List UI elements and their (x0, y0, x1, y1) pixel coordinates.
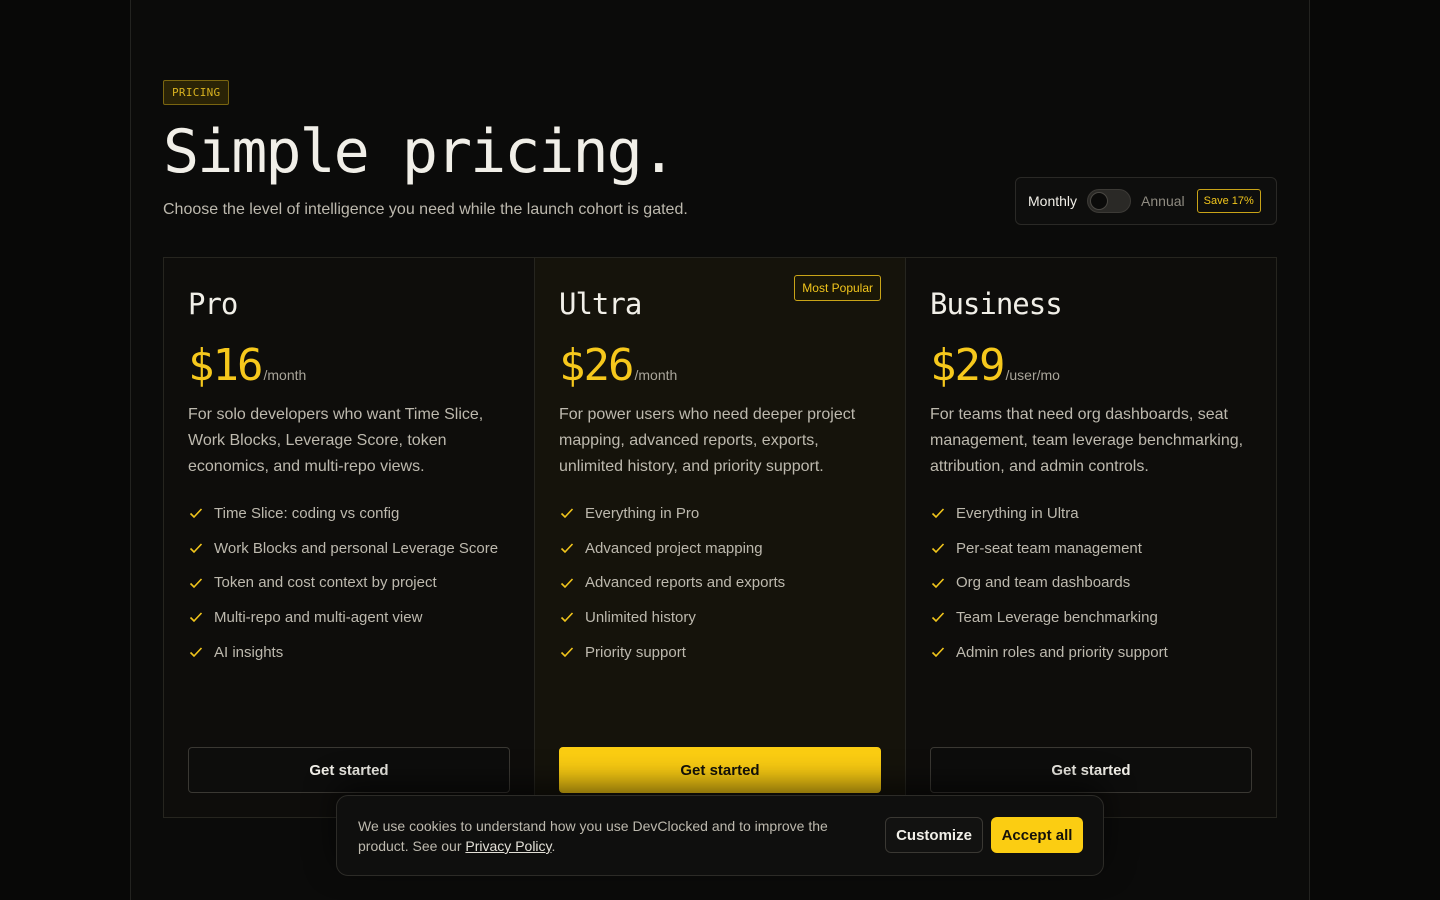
feature-label: Unlimited history (585, 608, 696, 626)
feature-label: Advanced project mapping (585, 539, 763, 557)
feature-label: Token and cost context by project (214, 574, 437, 592)
plan-name: Pro (188, 287, 238, 321)
feature-item: Multi-repo and multi-agent view (188, 600, 510, 635)
monthly-label[interactable]: Monthly (1028, 193, 1077, 209)
feature-label: Everything in Pro (585, 504, 700, 522)
feature-item: Everything in Pro (559, 496, 881, 531)
feature-label: Admin roles and priority support (956, 643, 1168, 661)
check-icon (931, 578, 945, 588)
customize-button[interactable]: Customize (885, 817, 983, 853)
feature-label: Time Slice: coding vs config (214, 504, 400, 522)
feature-item: Team Leverage benchmarking (930, 600, 1252, 635)
plan-card-business: Business $29 /user/mo For teams that nee… (905, 258, 1276, 817)
save-badge: Save 17% (1196, 189, 1261, 213)
feature-label: Priority support (585, 643, 686, 661)
check-icon (560, 647, 574, 658)
check-icon (189, 612, 203, 623)
check-icon (560, 612, 574, 623)
check-icon (931, 543, 945, 554)
price-row: $29 /user/mo (930, 340, 1252, 392)
feature-item: Unlimited history (559, 600, 881, 635)
feature-label: AI insights (214, 643, 284, 661)
plan-period: /month (263, 367, 307, 383)
plan-price: $26 (559, 340, 634, 391)
feature-item: Everything in Ultra (930, 496, 1252, 531)
feature-item: Advanced project mapping (559, 531, 881, 566)
annual-label[interactable]: Annual (1141, 193, 1185, 209)
feature-item: Admin roles and priority support (930, 635, 1252, 670)
price-row: $26 /month (559, 340, 881, 392)
feature-list: Everything in Pro Advanced project mappi… (559, 496, 881, 669)
page-subtitle: Choose the level of intelligence you nee… (163, 201, 688, 218)
check-icon (560, 543, 574, 554)
check-icon (931, 612, 945, 623)
feature-label: Advanced reports and exports (585, 574, 786, 592)
feature-item: Work Blocks and personal Leverage Score (188, 531, 510, 566)
toggle-knob (1090, 192, 1109, 210)
plan-description: For solo developers who want Time Slice,… (188, 406, 484, 475)
check-icon (189, 543, 203, 554)
get-started-business-button[interactable]: Get started (930, 747, 1252, 793)
pricing-eyebrow: PRICING (163, 80, 230, 105)
plan-card-ultra: Most Popular Ultra $26 /month For power … (534, 258, 905, 817)
plan-period: /user/mo (1005, 367, 1060, 383)
plans-grid: Pro $16 /month For solo developers who w… (163, 257, 1277, 818)
plan-period: /month (634, 367, 678, 383)
feature-item: Priority support (559, 635, 881, 670)
feature-list: Time Slice: coding vs config Work Blocks… (188, 496, 510, 669)
price-row: $16 /month (188, 340, 510, 392)
cookie-banner: We use cookies to understand how you use… (336, 795, 1104, 876)
check-icon (560, 508, 574, 519)
cookie-text-end: . (551, 838, 556, 854)
feature-label: Multi-repo and multi-agent view (214, 608, 423, 626)
cookie-message: We use cookies to understand how you use… (358, 816, 858, 856)
check-icon (931, 508, 945, 519)
feature-label: Everything in Ultra (956, 504, 1079, 522)
plan-description: For teams that need org dashboards, seat… (930, 406, 1244, 475)
plan-card-pro: Pro $16 /month For solo developers who w… (164, 258, 534, 817)
feature-list: Everything in Ultra Per-seat team manage… (930, 496, 1252, 669)
plan-price: $16 (188, 340, 263, 391)
accept-all-button[interactable]: Accept all (991, 817, 1083, 853)
feature-label: Work Blocks and personal Leverage Score (214, 539, 499, 557)
get-started-pro-button[interactable]: Get started (188, 747, 510, 793)
get-started-ultra-button[interactable]: Get started (559, 747, 881, 793)
cookie-text: We use cookies to understand how you use… (358, 818, 828, 854)
billing-toggle-group: Monthly Annual Save 17% (1015, 177, 1277, 225)
feature-label: Team Leverage benchmarking (956, 608, 1158, 626)
feature-item: Time Slice: coding vs config (188, 496, 510, 531)
check-icon (931, 647, 945, 658)
check-icon (560, 578, 574, 588)
plan-price: $29 (930, 340, 1005, 391)
feature-item: AI insights (188, 635, 510, 670)
feature-item: Advanced reports and exports (559, 565, 881, 600)
feature-label: Per-seat team management (956, 539, 1142, 557)
feature-item: Per-seat team management (930, 531, 1252, 566)
feature-item: Org and team dashboards (930, 565, 1252, 600)
check-icon (189, 578, 203, 588)
plan-name: Business (930, 287, 1063, 321)
plan-description: For power users who need deeper project … (559, 406, 856, 475)
privacy-policy-link[interactable]: Privacy Policy (465, 838, 551, 854)
most-popular-badge: Most Popular (794, 275, 881, 301)
page-title: Simple pricing. (163, 117, 677, 187)
feature-label: Org and team dashboards (956, 574, 1131, 592)
billing-period-toggle[interactable] (1087, 189, 1132, 213)
check-icon (189, 508, 203, 519)
feature-item: Token and cost context by project (188, 565, 510, 600)
check-icon (189, 647, 203, 658)
